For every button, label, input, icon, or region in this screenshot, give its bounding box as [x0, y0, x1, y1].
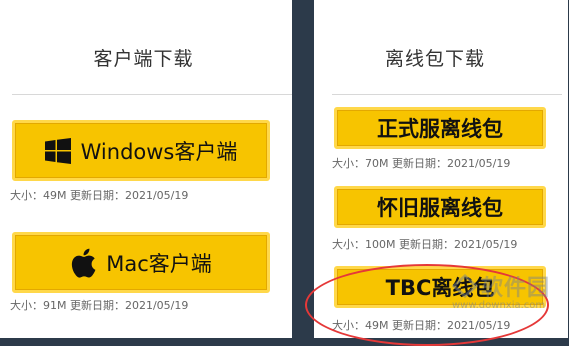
watermark-url: www.downxia.com — [452, 300, 546, 311]
offline-package-title: 离线包下载 — [384, 48, 485, 70]
windows-client-button[interactable]: Windows客户端 — [12, 120, 270, 181]
classic-offline-label: 怀旧服离线包 — [377, 196, 503, 220]
mac-client-info: 大小：91M 更新日期：2021/05/19 — [10, 299, 189, 312]
client-download-title: 客户端下载 — [93, 48, 194, 70]
panel-divider — [332, 94, 562, 95]
mac-client-button[interactable]: Mac客户端 — [12, 232, 270, 293]
apple-logo-icon — [70, 247, 96, 279]
retail-offline-label: 正式服离线包 — [377, 117, 503, 141]
client-download-panel: 客户端下载 Windows客户端 大小：49M 更新日期：2021/05/19 … — [0, 0, 292, 338]
tbc-offline-label: TBC离线包 — [385, 276, 495, 300]
tbc-offline-info: 大小：49M 更新日期：2021/05/19 — [332, 319, 511, 332]
mac-client-label: Mac客户端 — [106, 251, 212, 276]
watermark-text: 软件园 — [481, 276, 551, 301]
watermark-logo-icon — [451, 273, 479, 299]
classic-offline-button[interactable]: 怀旧服离线包 — [334, 186, 546, 228]
windows-logo-icon — [44, 137, 71, 164]
retail-offline-button[interactable]: 正式服离线包 — [334, 107, 546, 149]
classic-offline-info: 大小：100M 更新日期：2021/05/19 — [332, 238, 518, 251]
retail-offline-info: 大小：70M 更新日期：2021/05/19 — [332, 157, 511, 170]
windows-client-info: 大小：49M 更新日期：2021/05/19 — [10, 189, 189, 202]
panel-divider — [12, 94, 292, 95]
windows-client-label: Windows客户端 — [80, 139, 238, 164]
